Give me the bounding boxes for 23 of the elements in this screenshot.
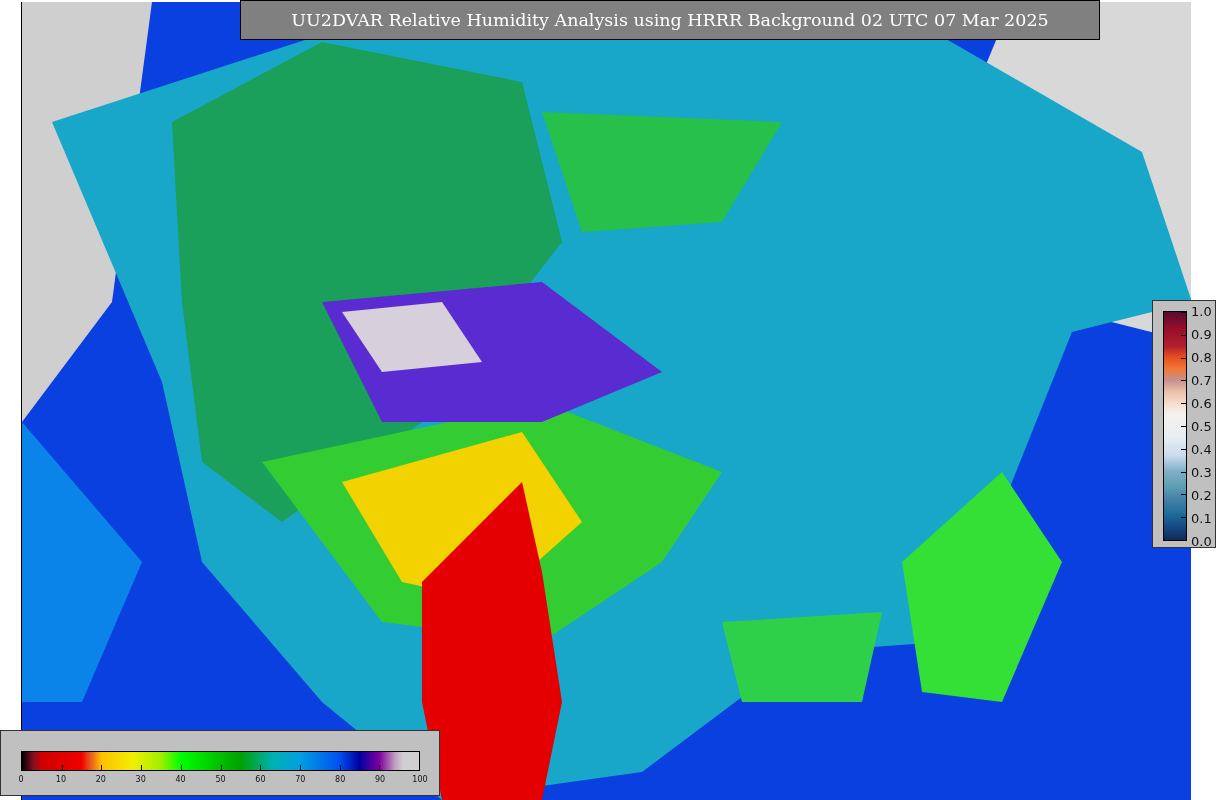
tick-label: 0.3	[1191, 464, 1212, 480]
tick-label: 0.4	[1191, 441, 1212, 457]
tick-label: 0	[18, 774, 24, 786]
tick-label: 50	[215, 774, 226, 786]
map-title: UU2DVAR Relative Humidity Analysis using HRRR Background 02 UTC 07 Mar 2025	[240, 0, 1100, 40]
tick-label: 0.5	[1191, 418, 1212, 434]
tick-label: 40	[175, 774, 186, 786]
tick-label: 0.2	[1191, 487, 1212, 503]
tick-label: 30	[135, 774, 146, 786]
tick-label: 70	[295, 774, 306, 786]
tick-label: 0.6	[1191, 395, 1212, 411]
tick-label: 20	[95, 774, 106, 786]
tick-label: 10	[55, 774, 66, 786]
tick-label: 100	[412, 774, 428, 786]
tick-label: 80	[335, 774, 346, 786]
tick-label: 0.9	[1191, 326, 1212, 342]
tick-label: 90	[375, 774, 386, 786]
tick-label: 60	[255, 774, 266, 786]
tick-label: 0.0	[1191, 533, 1212, 549]
tick-label: 0.1	[1191, 510, 1212, 526]
tick-label: 1.0	[1191, 303, 1212, 319]
tick-label: 0.8	[1191, 349, 1212, 365]
tick-label: 0.7	[1191, 372, 1212, 388]
